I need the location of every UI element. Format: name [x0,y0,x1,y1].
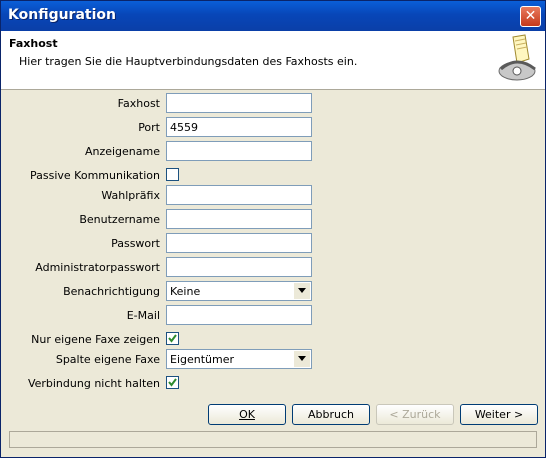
wahlpraefix-row: Wahlpräfix [1,185,545,207]
adminpasswort-input[interactable] [166,257,312,277]
title-bar[interactable]: Konfiguration ✕ [1,1,545,31]
spalte-label: Spalte eigene Faxe [55,353,160,366]
port-input[interactable]: 4559 [166,117,312,137]
zurueck-label: < Zurück [389,408,441,421]
anzeigename-label: Anzeigename [84,145,160,158]
anzeigename-input[interactable] [166,141,312,161]
faxhost-row: Faxhost [1,93,545,115]
ok-button[interactable]: OK [208,404,286,425]
benachrichtigung-value: Keine [170,285,201,298]
abbruch-label: Abbruch [307,408,354,421]
verbindung-row: Verbindung nicht halten [1,373,545,395]
close-icon[interactable]: ✕ [525,8,537,24]
konfiguration-window: Konfiguration ✕ Faxhost Hier tragen Sie … [0,0,546,458]
benachrichtigung-label: Benachrichtigung [63,285,160,298]
page-title: Faxhost [9,37,58,50]
benutzername-row: Benutzername [1,209,545,231]
wahlpraefix-label: Wahlpräfix [101,189,160,202]
status-bar [9,431,537,448]
spalte-value: Eigentümer [170,353,235,366]
email-input[interactable] [166,305,312,325]
port-row: Port 4559 [1,117,545,139]
close-button[interactable]: ✕ [520,6,541,27]
benachrichtigung-select[interactable]: Keine [166,281,312,301]
dropdown-arrow-icon[interactable] [294,283,310,299]
anzeigename-row: Anzeigename [1,141,545,163]
faxhost-input[interactable] [166,93,312,113]
verbindung-checkbox[interactable] [166,376,179,389]
passwort-input[interactable] [166,233,312,253]
nur-eigene-row: Nur eigene Faxe zeigen [1,329,545,351]
check-icon [168,334,177,343]
adminpasswort-label: Administratorpasswort [35,261,160,274]
window-title: Konfiguration [8,7,116,23]
passive-label: Passive Kommunikation [30,169,160,182]
dropdown-arrow-icon[interactable] [294,351,310,367]
weiter-label: Weiter > [474,408,524,421]
passive-checkbox[interactable] [166,168,179,181]
faxhost-label: Faxhost [117,97,160,110]
benachrichtigung-row: Benachrichtigung Keine [1,281,545,303]
passive-row: Passive Kommunikation [1,165,545,187]
zurueck-button[interactable]: < Zurück [376,404,454,425]
wahlpraefix-input[interactable] [166,185,312,205]
nur-eigene-label: Nur eigene Faxe zeigen [31,333,160,346]
page-description: Hier tragen Sie die Hauptverbindungsdate… [19,55,358,68]
spalte-row: Spalte eigene Faxe Eigentümer [1,349,545,371]
passwort-label: Passwort [111,237,160,250]
wizard-header: Faxhost Hier tragen Sie die Hauptverbind… [1,31,545,90]
spalte-select[interactable]: Eigentümer [166,349,312,369]
fax-wizard-icon [498,34,536,81]
benutzername-input[interactable] [166,209,312,229]
benutzername-label: Benutzername [79,213,160,226]
weiter-button[interactable]: Weiter > [460,404,538,425]
ok-label: OK [239,408,255,421]
email-label: E-Mail [126,309,160,322]
abbruch-button[interactable]: Abbruch [292,404,370,425]
port-label: Port [138,121,160,134]
email-row: E-Mail [1,305,545,327]
adminpasswort-row: Administratorpasswort [1,257,545,279]
verbindung-label: Verbindung nicht halten [27,377,160,390]
check-icon [168,378,177,387]
nur-eigene-checkbox[interactable] [166,332,179,345]
passwort-row: Passwort [1,233,545,255]
